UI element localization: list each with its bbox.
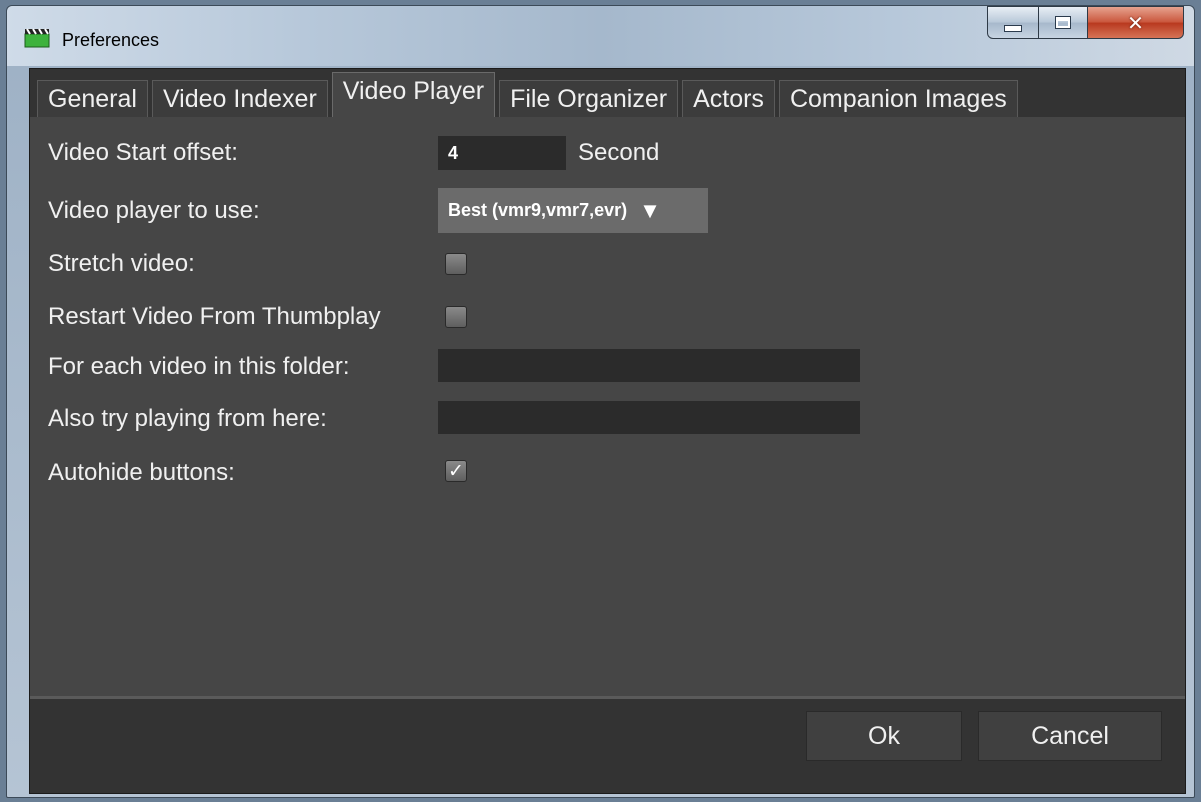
tab-companion-images[interactable]: Companion Images: [778, 80, 1018, 118]
dropdown-arrow-icon: ▼: [639, 197, 661, 223]
preferences-window: Preferences ✕ General Video Indexer Vide…: [6, 5, 1195, 798]
folder-action-label: For each video in this folder:: [48, 353, 350, 380]
dialog-client: General Video Indexer Video Player File …: [29, 68, 1186, 794]
stretch-label: Stretch video:: [48, 250, 195, 277]
start-offset-input[interactable]: 4: [438, 136, 566, 170]
close-button[interactable]: ✕: [1087, 6, 1184, 39]
alt-path-input[interactable]: [438, 401, 860, 434]
autohide-label: Autohide buttons:: [48, 459, 235, 486]
minimize-icon: [1004, 25, 1022, 32]
title-bar[interactable]: Preferences ✕: [7, 6, 1194, 66]
cancel-button[interactable]: Cancel: [978, 711, 1162, 761]
checkmark-icon: ✓: [448, 460, 464, 482]
maximize-icon: [1055, 16, 1071, 29]
close-icon: ✕: [1127, 10, 1144, 35]
player-label: Video player to use:: [48, 197, 260, 224]
autohide-checkbox[interactable]: ✓: [445, 460, 467, 482]
video-player-panel: Video Start offset: 4 Second Video playe…: [30, 117, 1185, 699]
tab-general[interactable]: General: [37, 80, 148, 118]
maximize-button[interactable]: [1038, 6, 1088, 39]
alt-path-label: Also try playing from here:: [48, 405, 327, 432]
tab-file-organizer[interactable]: File Organizer: [499, 80, 679, 118]
tab-actors[interactable]: Actors: [682, 80, 775, 118]
restart-checkbox[interactable]: [445, 306, 467, 328]
tab-video-player[interactable]: Video Player: [331, 72, 496, 118]
player-select[interactable]: Best (vmr9,vmr7,evr) ▼: [438, 188, 708, 233]
player-selected-value: Best (vmr9,vmr7,evr): [448, 200, 628, 220]
clapperboard-icon: [24, 28, 50, 48]
start-offset-label: Video Start offset:: [48, 139, 238, 166]
stretch-checkbox[interactable]: [445, 253, 467, 275]
window-title: Preferences: [62, 30, 160, 50]
ok-button[interactable]: Ok: [806, 711, 962, 761]
tab-strip: General Video Indexer Video Player File …: [37, 72, 1022, 118]
restart-label: Restart Video From Thumbplay: [48, 303, 381, 330]
button-bar: Ok Cancel: [30, 701, 1185, 793]
folder-action-input[interactable]: [438, 349, 860, 382]
start-offset-unit: Second: [578, 139, 660, 166]
tab-video-indexer[interactable]: Video Indexer: [151, 80, 328, 118]
minimize-button[interactable]: [987, 6, 1039, 39]
